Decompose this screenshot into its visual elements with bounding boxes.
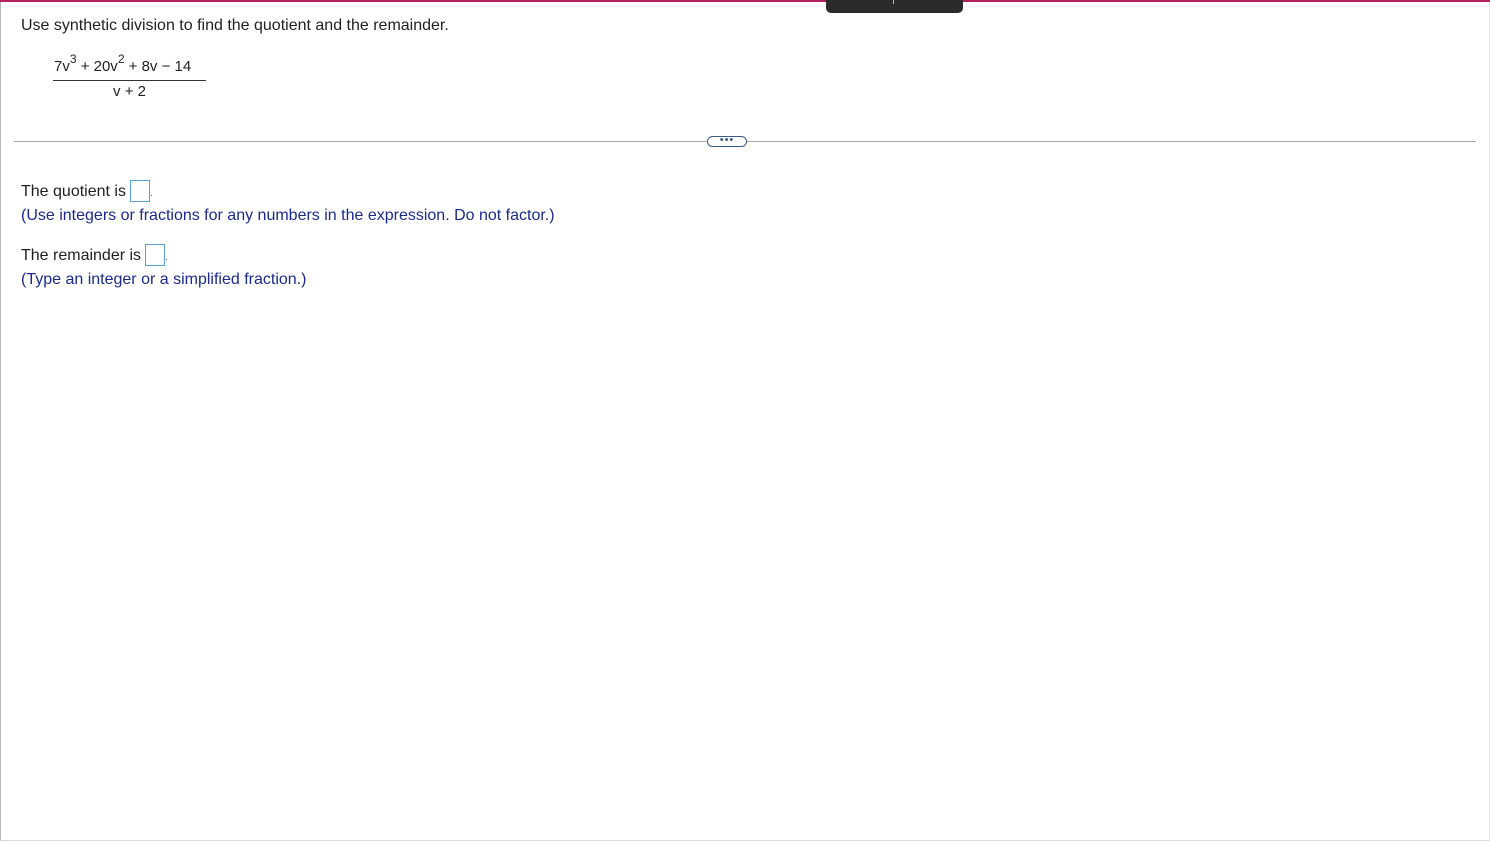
page-frame <box>0 0 1490 841</box>
quotient-row: The quotient is. <box>21 180 153 204</box>
fraction-numerator: 7v3 + 20v2 + 8v − 14 <box>53 52 206 80</box>
remainder-row: The remainder is. <box>21 244 168 268</box>
numerator-term-1: 7v <box>54 58 70 75</box>
quotient-input[interactable] <box>129 180 150 202</box>
remainder-hint: (Type an integer or a simplified fractio… <box>21 271 307 288</box>
remainder-label: The remainder is <box>21 247 142 265</box>
numerator-rest: + 8v − 14 <box>124 58 192 75</box>
numerator-exponent-2: 2 <box>117 52 125 66</box>
toolbar-handle-icon <box>893 0 894 4</box>
quotient-label: The quotient is <box>21 183 126 201</box>
question-instruction: Use synthetic division to find the quoti… <box>21 17 449 34</box>
expand-more-button[interactable]: ••• <box>707 135 747 147</box>
remainder-input[interactable] <box>145 244 166 266</box>
numerator-term-2: + 20v <box>76 58 118 75</box>
rational-expression: 7v3 + 20v2 + 8v − 14 v + 2 <box>53 52 206 103</box>
quotient-period: . <box>149 188 153 200</box>
top-toolbar-tab[interactable] <box>826 0 963 13</box>
fraction-denominator: v + 2 <box>113 83 146 100</box>
numerator-exponent-1: 3 <box>69 52 77 66</box>
remainder-period: . <box>165 252 168 264</box>
top-accent-bar <box>0 0 1490 2</box>
quotient-hint: (Use integers or fractions for any numbe… <box>21 207 555 224</box>
